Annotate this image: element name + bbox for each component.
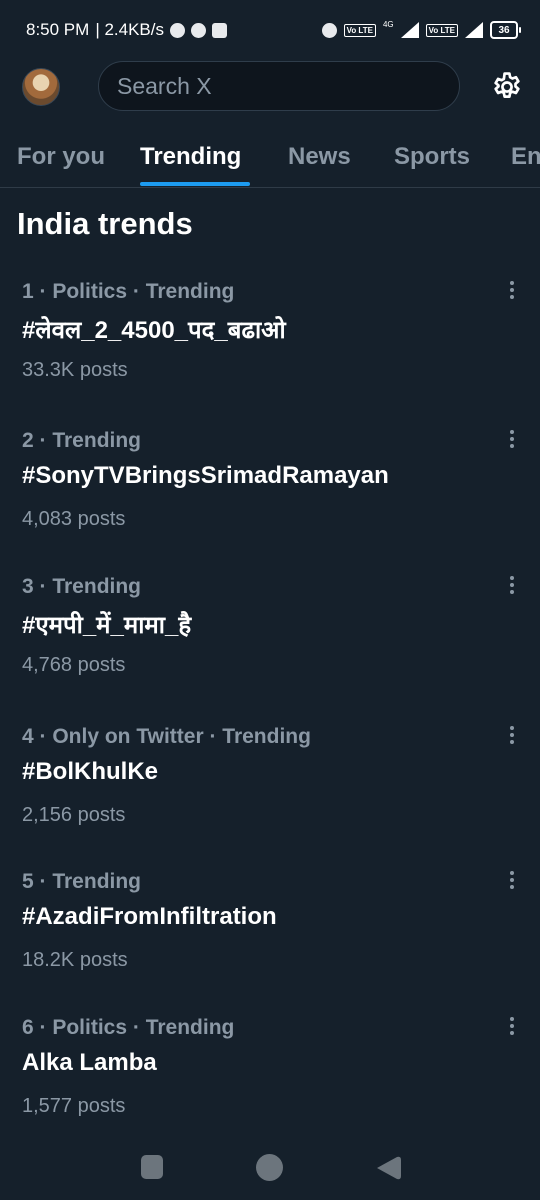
trend-item[interactable]: 2 · Trending #SonyTVBringsSrimadRamayan … xyxy=(0,429,540,569)
tab-entertainment[interactable]: En xyxy=(511,143,540,171)
tab-for-you[interactable]: For you xyxy=(17,143,105,171)
trend-item[interactable]: 1 · Politics · Trending #लेवल_2_4500_पद_… xyxy=(0,280,540,420)
more-vertical-icon[interactable] xyxy=(502,1014,522,1038)
trend-post-count: 33.3K posts xyxy=(22,359,128,381)
status-left: 8:50 PM | 2.4KB/s xyxy=(26,20,227,40)
trend-item[interactable]: 4 · Only on Twitter · Trending #BolKhulK… xyxy=(0,725,540,865)
trend-post-count: 4,083 posts xyxy=(22,508,126,530)
signal-icon-1 xyxy=(400,22,419,38)
trend-item[interactable]: 3 · Trending #एमपी_में_मामा_है 4,768 pos… xyxy=(0,575,540,715)
status-right: Vo LTE 4G Vo LTE 36 xyxy=(321,19,521,39)
trend-meta: 6 · Politics · Trending xyxy=(22,1016,235,1039)
clock-app-icon xyxy=(191,22,206,38)
tab-trending[interactable]: Trending xyxy=(140,143,241,171)
trend-post-count: 1,577 posts xyxy=(22,1095,126,1117)
trend-post-count: 18.2K posts xyxy=(22,949,128,971)
header: Search X xyxy=(0,60,540,116)
volte-badge-1: Vo LTE xyxy=(343,23,376,37)
trend-meta: 5 · Trending xyxy=(22,870,142,893)
tab-news[interactable]: News xyxy=(288,143,351,171)
status-speed: | 2.4KB/s xyxy=(95,20,164,39)
trend-meta: 2 · Trending xyxy=(22,429,142,452)
tab-sports[interactable]: Sports xyxy=(394,143,470,171)
trend-name: Alka Lamba xyxy=(22,1049,157,1076)
search-placeholder: Search X xyxy=(117,72,212,99)
home-button[interactable] xyxy=(256,1154,283,1181)
recents-button[interactable] xyxy=(141,1155,163,1179)
trend-item[interactable]: 6 · Politics · Trending Alka Lamba 1,577… xyxy=(0,1016,540,1156)
search-input[interactable]: Search X xyxy=(98,61,460,111)
gear-icon[interactable] xyxy=(490,70,524,104)
trend-name: #SonyTVBringsSrimadRamayan xyxy=(22,462,389,489)
network-type: 4G xyxy=(382,19,394,29)
notification-icon xyxy=(170,22,185,38)
volte-badge-2: Vo LTE xyxy=(425,23,458,37)
trend-meta: 1 · Politics · Trending xyxy=(22,280,235,303)
status-time: 8:50 PM xyxy=(26,20,90,39)
more-vertical-icon[interactable] xyxy=(502,868,522,892)
trend-post-count: 4,768 posts xyxy=(22,654,126,676)
trend-name: #लेवल_2_4500_पद_बढाओ xyxy=(22,317,286,344)
system-nav-bar xyxy=(0,1140,540,1200)
bluetooth-icon xyxy=(321,22,337,38)
trend-post-count: 2,156 posts xyxy=(22,804,126,826)
trend-item[interactable]: 5 · Trending #AzadiFromInfiltration 18.2… xyxy=(0,870,540,1010)
active-tab-indicator xyxy=(140,182,250,186)
status-bar: 8:50 PM | 2.4KB/s Vo LTE 4G Vo LTE 36 xyxy=(0,0,540,60)
more-vertical-icon[interactable] xyxy=(502,427,522,451)
trend-meta: 3 · Trending xyxy=(22,575,142,598)
trend-name: #BolKhulKe xyxy=(22,758,159,785)
avatar[interactable] xyxy=(22,68,60,106)
trend-name: #AzadiFromInfiltration xyxy=(22,903,277,930)
signal-icon-2 xyxy=(465,22,483,38)
more-vertical-icon[interactable] xyxy=(502,573,522,597)
more-vertical-icon[interactable] xyxy=(502,278,522,302)
back-button[interactable] xyxy=(373,1153,403,1183)
trend-name: #एमपी_में_मामा_है xyxy=(22,612,192,639)
section-title: India trends xyxy=(17,206,193,241)
more-vertical-icon[interactable] xyxy=(502,723,522,747)
tab-bar: For you Trending News Sports En xyxy=(0,128,540,188)
trend-meta: 4 · Only on Twitter · Trending xyxy=(22,725,311,748)
battery-icon: 36 xyxy=(490,21,521,39)
app-notification-icon xyxy=(212,22,227,38)
